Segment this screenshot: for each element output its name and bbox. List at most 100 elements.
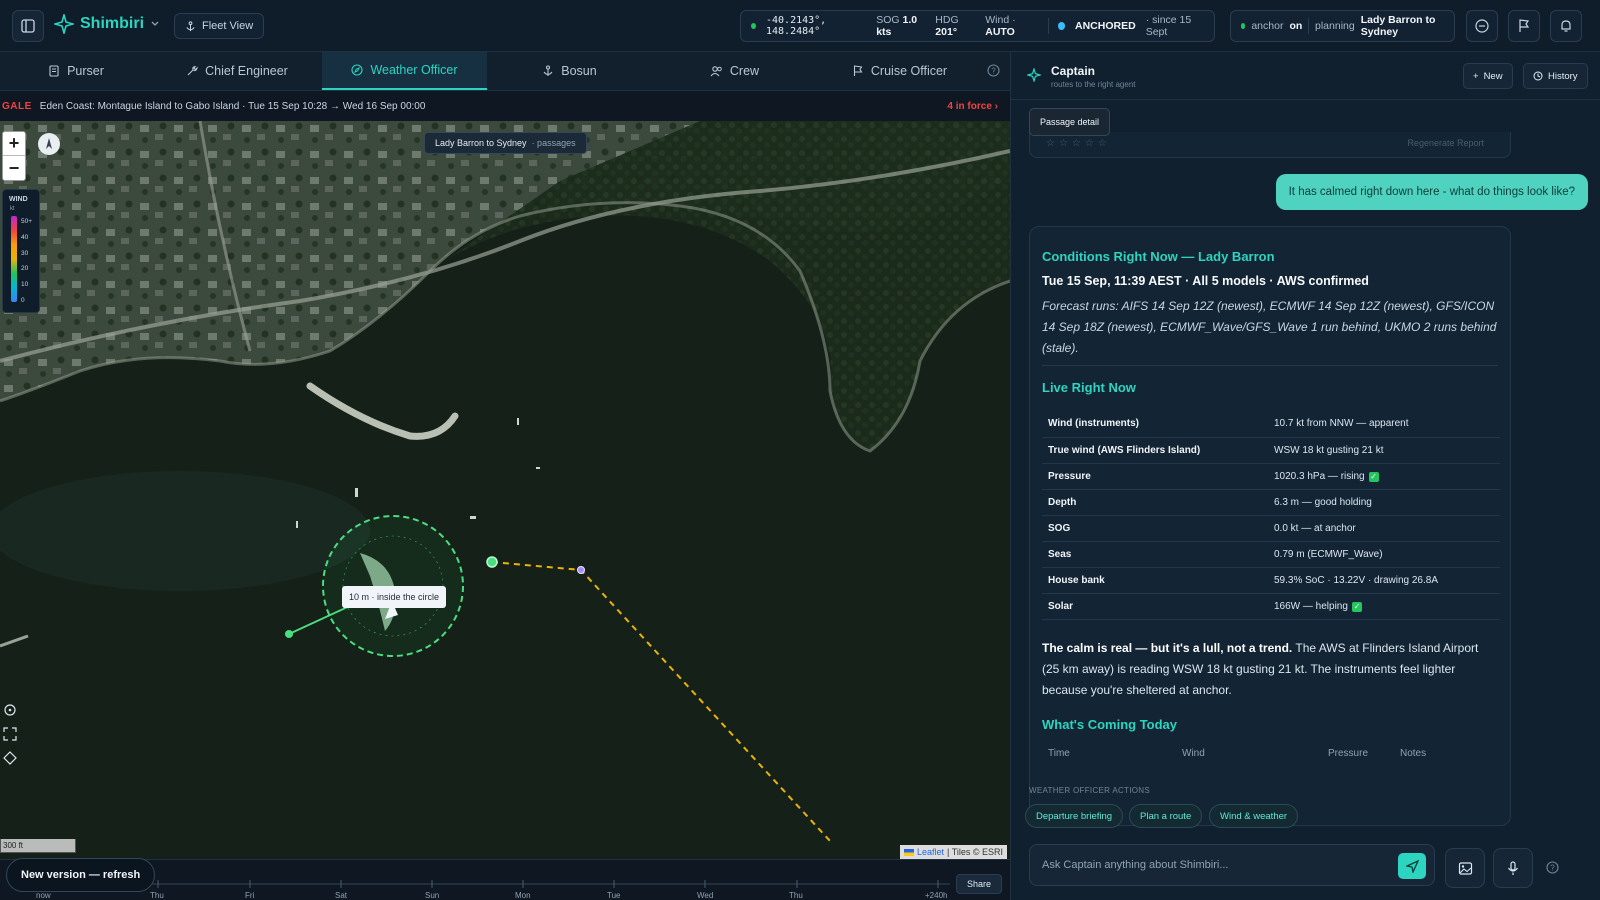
new-version-toast[interactable]: New version — refresh: [6, 858, 156, 892]
waypoint-icon[interactable]: [3, 751, 17, 765]
leaflet-link[interactable]: Leaflet: [917, 847, 944, 857]
row-key: Pressure: [1042, 463, 1268, 490]
app-logo[interactable]: Shimbiri: [54, 14, 160, 34]
vessel-status[interactable]: -40.2143°, 148.2484° SOG 1.0 kts HDG 201…: [740, 10, 1215, 42]
tab-chief-engineer[interactable]: Chief Engineer: [152, 52, 322, 90]
table-row: SOG 0.0 kt — at anchor: [1042, 515, 1500, 542]
tabs-help-button[interactable]: ?: [987, 64, 1000, 80]
svg-text:?: ?: [1550, 864, 1555, 873]
coordinates: -40.2143°, 148.2484°: [766, 15, 827, 37]
table-row: True wind (AWS Flinders Island) WSW 18 kt…: [1042, 437, 1500, 464]
wind-label: Wind: [985, 14, 1010, 26]
north-compass-button[interactable]: [38, 133, 60, 155]
wind-color-scale: [11, 216, 17, 302]
row-value: 1020.3 hPa — rising: [1274, 470, 1365, 482]
timeline-label: Tue: [607, 891, 621, 900]
wind-legend: WIND kt 50+ 40 30 20 10 0: [2, 189, 40, 313]
planning-route: Lady Barron to Sydney: [1360, 14, 1436, 38]
tab-weather-officer[interactable]: Weather Officer: [322, 52, 487, 90]
map-view[interactable]: + − WIND kt 50+ 40 30 20 10 0 Lady Barro…: [0, 121, 1010, 859]
column-header: Time: [1048, 747, 1070, 759]
row-value-cell: 1020.3 hPa — rising ✓: [1268, 463, 1500, 490]
tab-label: Cruise Officer: [870, 64, 948, 78]
tab-label: Bosun: [561, 64, 597, 78]
flag-icon: [903, 848, 914, 856]
anchored-state: ANCHORED: [1075, 20, 1136, 32]
tab-label: Purser: [67, 64, 104, 78]
warnings-in-force[interactable]: 4 in force ›: [947, 101, 998, 112]
new-chat-label: New: [1483, 70, 1503, 82]
column-header: Notes: [1400, 747, 1427, 759]
image-icon: [1458, 861, 1472, 875]
tab-crew[interactable]: Crew: [652, 52, 817, 90]
rating-stars[interactable]: ☆☆☆☆☆: [1046, 138, 1111, 149]
sidebar-icon: [21, 19, 35, 33]
plus-icon: +: [1473, 70, 1479, 82]
route-label[interactable]: Lady Barron to Sydney · passages: [424, 132, 587, 154]
flag-icon: [1519, 19, 1530, 32]
forecast-runs: Forecast runs: AIFS 14 Sep 12Z (newest),…: [1042, 299, 1497, 355]
row-value: 59.3% SoC · 13.22V · drawing 26.8A: [1268, 567, 1500, 594]
timeline-label: Thu: [150, 891, 164, 900]
table-row: Pressure 1020.3 hPa — rising ✓: [1042, 463, 1500, 490]
timeline-label: Thu: [789, 891, 803, 900]
zoom-in-button[interactable]: +: [3, 132, 25, 156]
planning-label: planning: [1315, 20, 1355, 32]
row-key: Depth: [1042, 489, 1268, 516]
fleet-view-label: Fleet View: [202, 20, 254, 32]
table-row: Wind (instruments) 10.7 kt from NNW — app…: [1042, 411, 1500, 438]
column-header: Pressure: [1328, 747, 1369, 759]
sidebar-toggle-button[interactable]: [12, 10, 44, 42]
check-icon: ✓: [1351, 601, 1362, 612]
wind-value: AUTO: [985, 26, 1015, 38]
wind-weather-chip[interactable]: Wind & weather: [1209, 804, 1299, 828]
anchor-icon: [543, 65, 553, 76]
zoom-out-button[interactable]: −: [3, 156, 25, 180]
chat-input[interactable]: Ask Captain anything about Shimbiri...: [1029, 844, 1435, 886]
timeline-label: Mon: [515, 891, 531, 900]
table-row: House bank 59.3% SoC · 13.22V · drawing 2…: [1042, 567, 1500, 594]
help-button[interactable]: ?: [1546, 861, 1559, 877]
planning-status[interactable]: anchor on planning Lady Barron to Sydney: [1230, 10, 1455, 42]
history-button[interactable]: History: [1523, 63, 1588, 89]
fleet-view-button[interactable]: Fleet View: [174, 13, 265, 39]
message-actions[interactable]: Regenerate Report: [1407, 138, 1484, 148]
row-value: 6.3 m — good holding: [1268, 489, 1500, 516]
gps-status-dot: [751, 23, 756, 29]
wrench-icon: [187, 65, 198, 76]
row-key: SOG: [1042, 515, 1268, 542]
anchored-icon: [1058, 22, 1066, 30]
fit-bounds-icon[interactable]: [3, 727, 17, 741]
anchor-watch-dot: [1241, 23, 1246, 29]
passage-detail-tooltip: Passage detail: [1029, 108, 1111, 136]
agent-tabs: Purser Chief Engineer Weather Officer Bo…: [0, 52, 1010, 91]
departure-briefing-chip[interactable]: Departure briefing: [1025, 804, 1124, 828]
timeline-label: Sat: [335, 891, 348, 900]
voice-input-button[interactable]: [1493, 848, 1533, 888]
flag-button[interactable]: [1508, 10, 1540, 42]
tab-label: Crew: [729, 64, 760, 78]
notifications-button[interactable]: [1550, 10, 1582, 42]
anchor-watch-label: anchor: [1251, 20, 1284, 32]
wind-legend-unit: kt: [10, 206, 15, 212]
chat-header: Captain routes to the right agent + New …: [1011, 52, 1600, 100]
route-name: Lady Barron to Sydney: [435, 138, 527, 148]
north-arrow-icon: [46, 138, 52, 149]
share-button[interactable]: Share: [955, 874, 1002, 894]
tab-cruise-officer[interactable]: Cruise Officer: [817, 52, 982, 90]
plan-route-chip[interactable]: Plan a route: [1129, 804, 1203, 828]
minus-circle-button[interactable]: [1466, 10, 1498, 42]
gale-warning-banner[interactable]: GALE Eden Coast: Montague Island to Gabo…: [0, 91, 1010, 121]
send-button[interactable]: [1398, 853, 1426, 879]
attach-image-button[interactable]: [1445, 848, 1485, 888]
new-chat-button[interactable]: + New: [1463, 63, 1513, 89]
warnings-count: 4 in force: [947, 100, 992, 112]
row-key: Wind (instruments): [1042, 411, 1268, 438]
divider: [1047, 18, 1049, 34]
crosshair-icon[interactable]: [3, 703, 17, 717]
tab-purser[interactable]: Purser: [0, 52, 152, 90]
timeline-label: now: [36, 891, 51, 900]
satellite-map[interactable]: [0, 121, 1010, 859]
tab-bosun[interactable]: Bosun: [487, 52, 652, 90]
flag-icon: [853, 65, 863, 76]
